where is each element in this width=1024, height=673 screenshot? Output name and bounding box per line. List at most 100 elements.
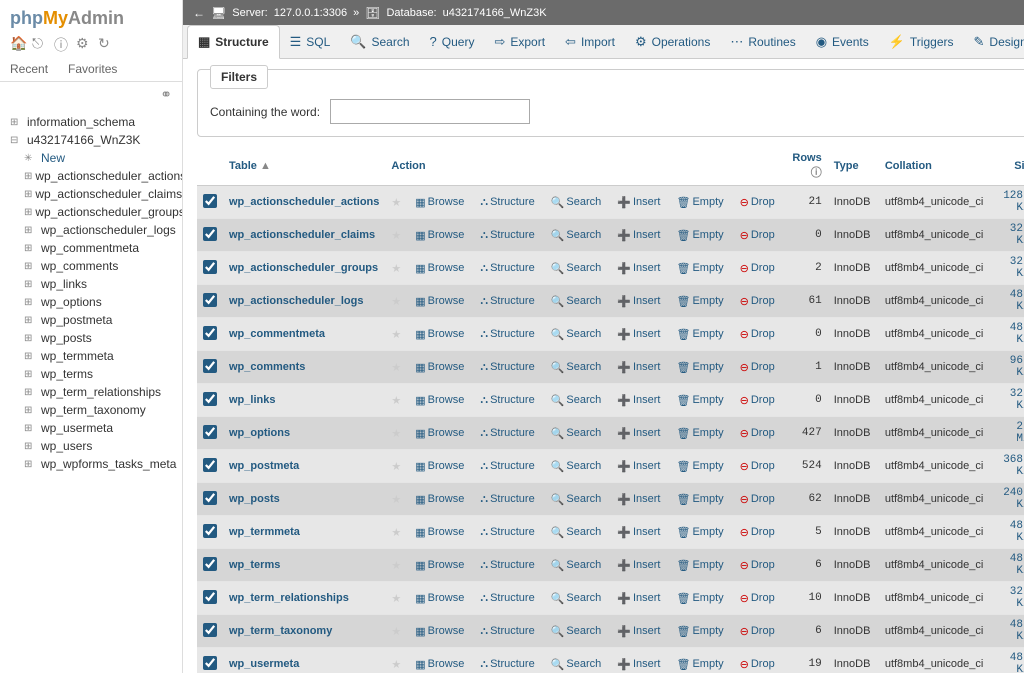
browse-action[interactable]: ▦Browse (413, 394, 466, 407)
docs-icon[interactable]: ⓘ (54, 35, 70, 51)
structure-action[interactable]: ⛬Structure (478, 361, 536, 374)
insert-action[interactable]: ➕Insert (615, 328, 662, 341)
empty-action[interactable]: 🗑Empty (674, 625, 725, 638)
tab-import[interactable]: ⇦Import (555, 25, 625, 58)
tab-favorites[interactable]: Favorites (58, 57, 127, 81)
row-checkbox[interactable] (203, 590, 217, 604)
star-icon[interactable]: ★ (391, 230, 401, 242)
structure-action[interactable]: ⛬Structure (478, 658, 536, 671)
minus-icon[interactable]: ⊟ (10, 135, 24, 146)
row-checkbox[interactable] (203, 359, 217, 373)
search-action[interactable]: 🔍Search (549, 592, 604, 605)
drop-action[interactable]: ⊖Drop (738, 427, 777, 440)
tree-table[interactable]: ⊞wp_term_taxonomy (20, 401, 182, 419)
tree-table[interactable]: ⊞wp_actionscheduler_groups (20, 203, 182, 221)
plus-icon[interactable]: ⊞ (24, 333, 38, 344)
browse-action[interactable]: ▦Browse (413, 493, 466, 506)
table-name-link[interactable]: wp_term_taxonomy (229, 625, 332, 637)
tree-table[interactable]: ⊞wp_links (20, 275, 182, 293)
row-checkbox[interactable] (203, 293, 217, 307)
tree-table[interactable]: ⊞wp_wpforms_tasks_meta (20, 455, 182, 473)
empty-action[interactable]: 🗑Empty (674, 493, 725, 506)
empty-action[interactable]: 🗑Empty (674, 196, 725, 209)
search-action[interactable]: 🔍Search (549, 328, 604, 341)
insert-action[interactable]: ➕Insert (615, 625, 662, 638)
tree-table[interactable]: ⊞wp_commentmeta (20, 239, 182, 257)
search-action[interactable]: 🔍Search (549, 658, 604, 671)
insert-action[interactable]: ➕Insert (615, 295, 662, 308)
row-checkbox[interactable] (203, 557, 217, 571)
tab-recent[interactable]: Recent (0, 57, 58, 81)
browse-action[interactable]: ▦Browse (413, 196, 466, 209)
plus-icon[interactable]: ⊞ (24, 369, 38, 380)
row-checkbox[interactable] (203, 326, 217, 340)
structure-action[interactable]: ⛬Structure (478, 592, 536, 605)
th-collation[interactable]: Collation (879, 147, 997, 186)
star-icon[interactable]: ★ (391, 395, 401, 407)
tab-events[interactable]: ◉Events (806, 25, 879, 58)
tab-sql[interactable]: ☰SQL (280, 25, 341, 58)
table-name-link[interactable]: wp_actionscheduler_logs (229, 295, 363, 307)
tab-export[interactable]: ⇨Export (484, 25, 555, 58)
star-icon[interactable]: ★ (391, 626, 401, 638)
breadcrumb-db[interactable]: u432174166_WnZ3K (443, 7, 547, 19)
search-action[interactable]: 🔍Search (549, 625, 604, 638)
structure-action[interactable]: ⛬Structure (478, 196, 536, 209)
insert-action[interactable]: ➕Insert (615, 559, 662, 572)
browse-action[interactable]: ▦Browse (413, 592, 466, 605)
table-name-link[interactable]: wp_term_relationships (229, 592, 349, 604)
insert-action[interactable]: ➕Insert (615, 229, 662, 242)
search-action[interactable]: 🔍Search (549, 229, 604, 242)
tab-query[interactable]: ?Query (420, 25, 485, 58)
insert-action[interactable]: ➕Insert (615, 493, 662, 506)
plus-icon[interactable]: ⊞ (24, 171, 32, 182)
drop-action[interactable]: ⊖Drop (738, 196, 777, 209)
insert-action[interactable]: ➕Insert (615, 592, 662, 605)
tree-table[interactable]: ⊞wp_term_relationships (20, 383, 182, 401)
drop-action[interactable]: ⊖Drop (738, 262, 777, 275)
structure-action[interactable]: ⛬Structure (478, 328, 536, 341)
structure-action[interactable]: ⛬Structure (478, 559, 536, 572)
star-icon[interactable]: ★ (391, 560, 401, 572)
tab-search[interactable]: 🔍Search (340, 25, 419, 58)
filter-input[interactable] (330, 99, 530, 124)
plus-icon[interactable]: ⊞ (10, 117, 24, 128)
browse-action[interactable]: ▦Browse (413, 427, 466, 440)
plus-icon[interactable]: ⊞ (24, 315, 38, 326)
plus-icon[interactable]: ⊞ (24, 297, 38, 308)
tab-structure[interactable]: ▦Structure (187, 25, 280, 59)
insert-action[interactable]: ➕Insert (615, 196, 662, 209)
th-size[interactable]: Size (997, 147, 1024, 186)
table-name-link[interactable]: wp_postmeta (229, 460, 299, 472)
search-action[interactable]: 🔍Search (549, 559, 604, 572)
empty-action[interactable]: 🗑Empty (674, 262, 725, 275)
plus-icon[interactable]: ⊞ (24, 243, 38, 254)
empty-action[interactable]: 🗑Empty (674, 361, 725, 374)
tree-table[interactable]: ⊞wp_comments (20, 257, 182, 275)
plus-icon[interactable]: ⊞ (24, 387, 38, 398)
drop-action[interactable]: ⊖Drop (738, 229, 777, 242)
tree-table[interactable]: ⊞wp_actionscheduler_claims (20, 185, 182, 203)
star-icon[interactable]: ★ (391, 263, 401, 275)
row-checkbox[interactable] (203, 656, 217, 670)
row-checkbox[interactable] (203, 425, 217, 439)
structure-action[interactable]: ⛬Structure (478, 229, 536, 242)
insert-action[interactable]: ➕Insert (615, 361, 662, 374)
star-icon[interactable]: ★ (391, 659, 401, 671)
tree-db-current[interactable]: ⊟u432174166_WnZ3K (6, 131, 182, 149)
tree-table[interactable]: ⊞wp_users (20, 437, 182, 455)
tree-table[interactable]: ⊞wp_posts (20, 329, 182, 347)
th-table[interactable]: Table ▲ (223, 147, 385, 186)
tree-table[interactable]: ⊞wp_actionscheduler_logs (20, 221, 182, 239)
empty-action[interactable]: 🗑Empty (674, 460, 725, 473)
tree-table[interactable]: ⊞wp_usermeta (20, 419, 182, 437)
row-checkbox[interactable] (203, 458, 217, 472)
drop-action[interactable]: ⊖Drop (738, 328, 777, 341)
table-name-link[interactable]: wp_posts (229, 493, 280, 505)
insert-action[interactable]: ➕Insert (615, 658, 662, 671)
search-action[interactable]: 🔍Search (549, 427, 604, 440)
collapse-icon[interactable]: ← (193, 6, 205, 20)
drop-action[interactable]: ⊖Drop (738, 559, 777, 572)
empty-action[interactable]: 🗑Empty (674, 658, 725, 671)
plus-icon[interactable]: ⊞ (24, 225, 38, 236)
